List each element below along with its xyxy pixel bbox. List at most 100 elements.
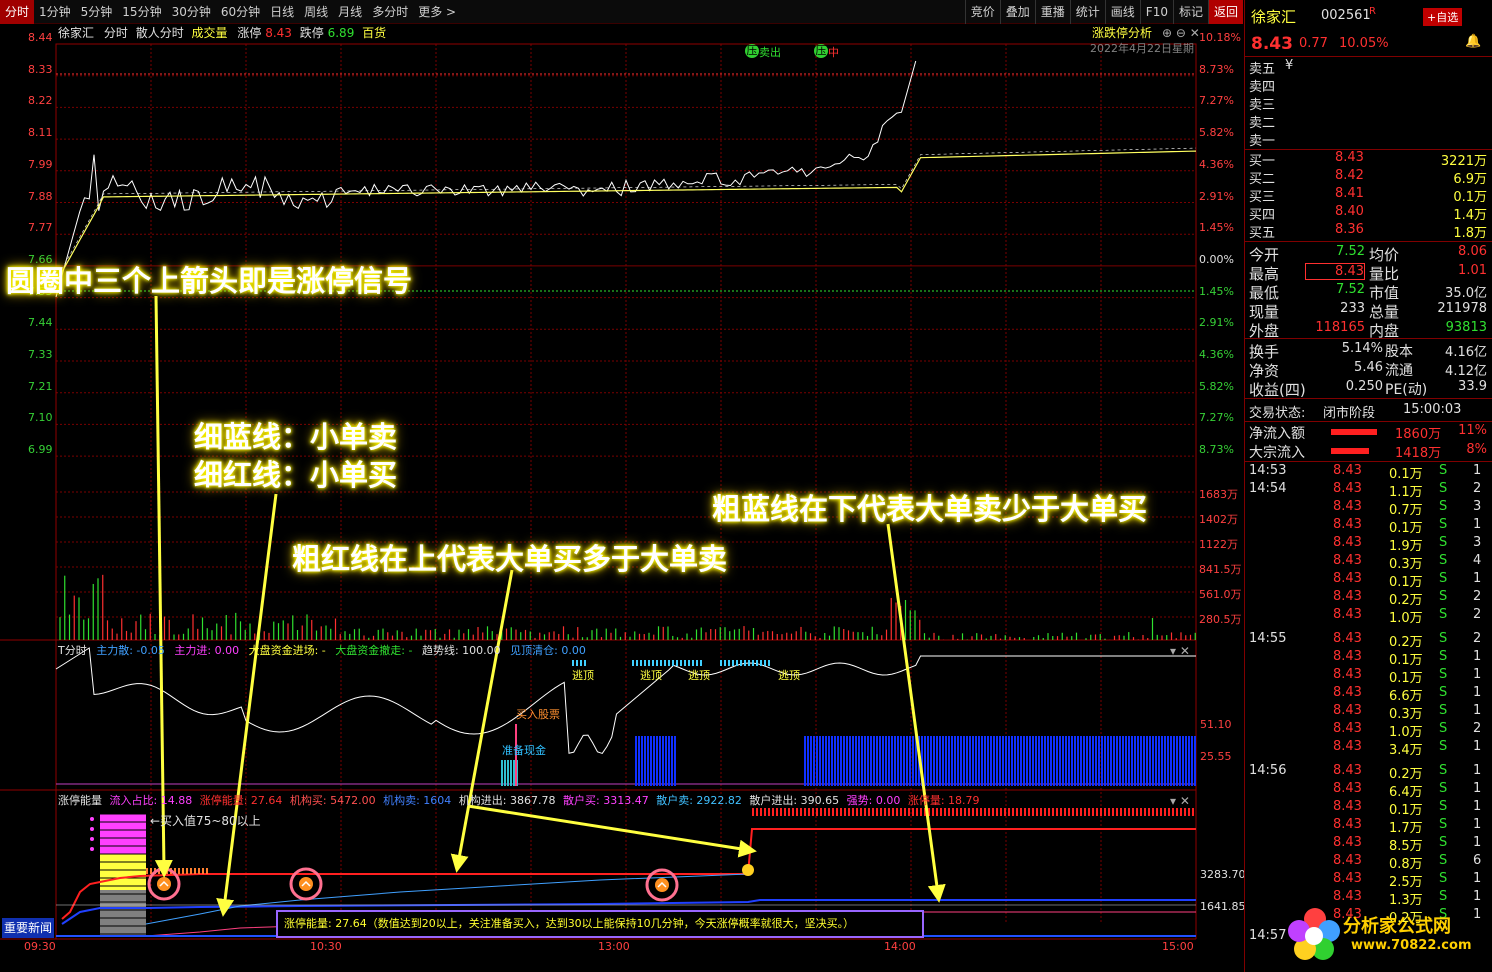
- tick-side: S: [1439, 703, 1448, 718]
- zt-panel-close-icon[interactable]: ▾ ✕: [1170, 792, 1190, 810]
- buy-row: 买二 8.42 6.9万: [1245, 168, 1492, 187]
- add-watchlist-button[interactable]: +自选: [1423, 8, 1463, 26]
- tab-multi-fenshi[interactable]: 多分时: [367, 0, 413, 24]
- tick-volume: 1.7万: [1389, 821, 1423, 836]
- tab-week[interactable]: 周线: [299, 0, 333, 24]
- tick-price: 8.43: [1333, 853, 1362, 868]
- sell-level-label: 卖一: [1249, 134, 1276, 149]
- period-toolbar: 分时 1分钟 5分钟 15分钟 30分钟 60分钟 日线 周线 月线 多分时 更…: [0, 0, 1243, 24]
- zhong-label: 中: [828, 46, 839, 59]
- price-label: 8.44: [28, 31, 53, 44]
- t-panel-title: T分时: [58, 644, 87, 657]
- status-time: 15:00:03: [1403, 402, 1462, 417]
- stat-row: 最低 7.52 市值 35.0亿: [1245, 282, 1492, 302]
- stat2-label-2: 流通: [1385, 363, 1413, 379]
- sell-level-label: 卖四: [1249, 80, 1276, 95]
- price-label: 7.77: [28, 221, 53, 235]
- tick-row: 8.43 2.5万 S 1: [1245, 871, 1492, 890]
- zt-axis-2: 1641.85: [1200, 900, 1246, 913]
- tick-row: 8.43 1.9万 S 3: [1245, 535, 1492, 554]
- stat2-value-2: 33.9: [1458, 379, 1487, 394]
- tick-count: 2: [1473, 589, 1482, 604]
- tick-volume: 0.1万: [1389, 803, 1423, 818]
- replay-button[interactable]: 重播: [1034, 0, 1070, 24]
- tick-time: 14:54: [1249, 481, 1287, 496]
- t-panel-close-icon[interactable]: ▾ ✕: [1170, 642, 1190, 660]
- tab-60min[interactable]: 60分钟: [216, 0, 265, 24]
- annotation-thick-blue: 粗蓝线在下代表大单卖少于大单买: [712, 492, 1148, 526]
- pct-label: 0.00%: [1199, 252, 1234, 266]
- quote-percent: 10.05%: [1339, 36, 1389, 51]
- tick-side: S: [1439, 835, 1448, 850]
- stat-label-2: 均价: [1369, 246, 1400, 264]
- stat-value: 118165: [1315, 320, 1365, 335]
- buy-price: 8.43: [1335, 150, 1364, 165]
- time-label-1400: 14:00: [884, 940, 916, 953]
- tab-month[interactable]: 月线: [333, 0, 367, 24]
- stat2-label: 换手: [1249, 343, 1280, 361]
- tab-1min[interactable]: 1分钟: [34, 0, 76, 24]
- tab-more[interactable]: 更多 >: [413, 0, 461, 24]
- auction-button[interactable]: 竞价: [964, 0, 1000, 24]
- t-axis-1: 51.10: [1200, 718, 1232, 731]
- quote-flag: R: [1369, 6, 1376, 17]
- tick-side: S: [1439, 571, 1448, 586]
- pct-label: 7.27%: [1199, 94, 1234, 108]
- tick-volume: 0.7万: [1389, 503, 1423, 518]
- mark-button[interactable]: 标记: [1172, 0, 1208, 24]
- tick-side: S: [1439, 721, 1448, 736]
- tick-count: 1: [1473, 517, 1482, 532]
- tick-row: 8.43 0.2万 S 2: [1245, 589, 1492, 608]
- flow-value: 1860万: [1395, 427, 1442, 442]
- retail-net-label: 散户进出: 390.65: [749, 794, 840, 807]
- statistics-button[interactable]: 统计: [1069, 0, 1105, 24]
- tick-count: 6: [1473, 853, 1482, 868]
- tab-30min[interactable]: 30分钟: [167, 0, 216, 24]
- tick-row: 8.43 0.3万 S 4: [1245, 553, 1492, 572]
- tick-side: S: [1439, 607, 1448, 622]
- stat-value-2: 35.0亿: [1445, 286, 1487, 301]
- t-panel-header: T分时 主力散: -0.05 主力进: 0.00 大盘资金进场: - 大盘资金撤…: [58, 642, 586, 660]
- stat2-value-2: 4.12亿: [1445, 364, 1487, 379]
- sell-row: 卖五 ¥: [1245, 58, 1492, 77]
- f10-button[interactable]: F10: [1139, 0, 1173, 24]
- site-logo: 分析家公式网 www.70822.com: [1285, 900, 1490, 970]
- overlay-button[interactable]: 叠加: [999, 0, 1035, 24]
- tab-15min[interactable]: 15分钟: [117, 0, 166, 24]
- tick-price: 8.43: [1333, 835, 1362, 850]
- pct-label: 1.45%: [1199, 221, 1234, 235]
- tab-fenshi[interactable]: 分时: [0, 0, 35, 24]
- tick-count: 1: [1473, 685, 1482, 700]
- tab-5min[interactable]: 5分钟: [76, 0, 118, 24]
- sub-mode-label: 散人分时: [135, 26, 184, 40]
- sell-row: 卖二: [1245, 112, 1492, 131]
- tick-side: S: [1439, 517, 1448, 532]
- tick-count: 1: [1473, 739, 1482, 754]
- prepare-cash-label: 准备现金: [502, 744, 546, 757]
- tick-price: 8.43: [1333, 871, 1362, 886]
- tick-count: 1: [1473, 703, 1482, 718]
- price-label: 7.10: [28, 411, 53, 425]
- flow-row: 大宗流入 1418万 8%: [1245, 442, 1492, 461]
- back-button[interactable]: 返回: [1207, 0, 1243, 24]
- time-label-1030: 10:30: [310, 940, 342, 953]
- tick-row: 8.43 3.4万 S 1: [1245, 739, 1492, 758]
- price-label: 8.33: [28, 62, 53, 76]
- tick-side: S: [1439, 685, 1448, 700]
- stat-label-2: 总量: [1369, 303, 1400, 321]
- tick-row: 8.43 0.7万 S 3: [1245, 499, 1492, 518]
- tick-count: 1: [1473, 463, 1482, 478]
- tab-day[interactable]: 日线: [265, 0, 299, 24]
- draw-line-button[interactable]: 画线: [1104, 0, 1140, 24]
- bell-icon[interactable]: 🔔: [1465, 34, 1481, 49]
- tick-price: 8.43: [1333, 631, 1362, 646]
- tick-count: 1: [1473, 763, 1482, 778]
- tick-row: 14:55 8.43 0.2万 S 2: [1245, 631, 1492, 650]
- panel-controls-icon[interactable]: ⊕ ⊖ ✕: [1162, 24, 1200, 42]
- tick-price: 8.43: [1333, 553, 1362, 568]
- tick-count: 1: [1473, 667, 1482, 682]
- retail-sell-label: 散户卖: 2922.82: [656, 794, 742, 807]
- tick-volume: 0.2万: [1389, 767, 1423, 782]
- important-news-button[interactable]: 重要新闻: [2, 918, 54, 938]
- stat-label: 今开: [1249, 246, 1280, 264]
